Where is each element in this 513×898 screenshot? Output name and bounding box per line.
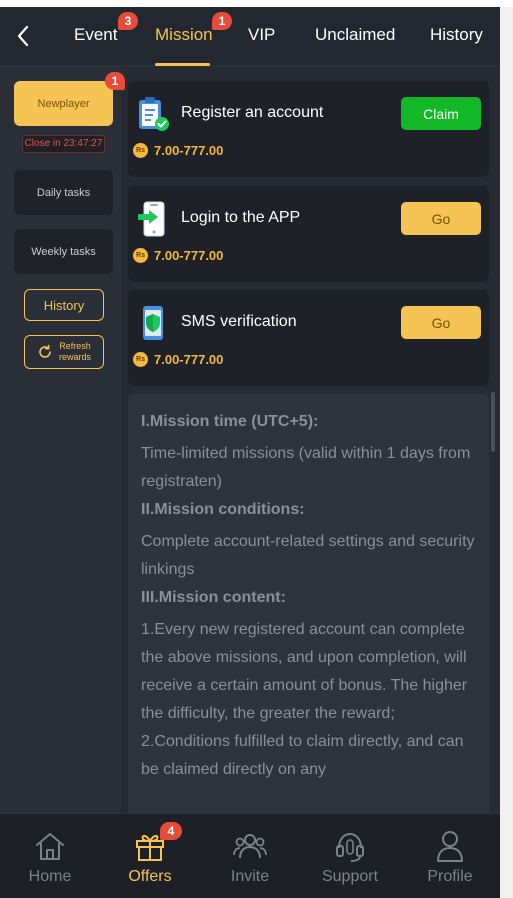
active-tab-indicator (155, 63, 210, 66)
nav-home[interactable]: Home (0, 814, 100, 898)
rupee-coin-icon: Rs (133, 248, 148, 263)
desc-text-content-1: 1.Every new registered account can compl… (141, 621, 468, 722)
home-icon (36, 833, 64, 860)
mission-reward: Rs 7.00-777.00 (133, 143, 223, 158)
go-button[interactable]: Go (401, 202, 481, 235)
tab-unclaimed[interactable]: Unclaimed (315, 25, 395, 45)
mission-reward: Rs 7.00-777.00 (133, 352, 223, 367)
refresh-label-line1: Refresh (59, 341, 91, 351)
refresh-rewards-label: Refresh rewards (59, 341, 91, 363)
refresh-rewards-button[interactable]: Refresh rewards (24, 335, 104, 369)
app-window: Event 3 Mission 1 VIP Unclaimed History … (0, 7, 500, 898)
nav-invite[interactable]: Invite (200, 814, 300, 898)
nav-support-label: Support (321, 868, 379, 885)
tab-mission-badge: 1 (212, 12, 232, 30)
nav-profile[interactable]: Profile (400, 814, 500, 898)
register-clipboard-icon (139, 97, 169, 131)
history-button[interactable]: History (24, 289, 104, 321)
tab-vip[interactable]: VIP (248, 25, 275, 45)
desc-heading-conditions: II.Mission conditions: (141, 501, 305, 518)
nav-offers-badge: 4 (160, 822, 182, 840)
category-daily-tasks[interactable]: Daily tasks (14, 170, 113, 215)
refresh-label-line2: rewards (58, 352, 91, 362)
desc-heading-time: I.Mission time (UTC+5): (141, 413, 319, 430)
newplayer-badge: 1 (105, 72, 125, 90)
users-icon (233, 834, 267, 859)
desc-heading-content: III.Mission content: (141, 589, 286, 606)
profile-icon (437, 831, 463, 862)
mission-title: Login to the APP (181, 209, 301, 226)
nav-support[interactable]: Support (300, 814, 400, 898)
nav-offers-label: Offers (128, 868, 172, 885)
description-scrollbar[interactable] (491, 392, 495, 452)
category-weekly-tasks[interactable]: Weekly tasks (14, 229, 113, 274)
back-button[interactable] (10, 22, 36, 50)
category-sidebar: Newplayer 1 Close in 23:47:27 Daily task… (0, 67, 125, 817)
nav-invite-label: Invite (230, 868, 270, 885)
mission-reward: Rs 7.00-777.00 (133, 248, 223, 263)
go-button[interactable]: Go (401, 306, 481, 339)
nav-offers[interactable]: Offers (100, 814, 200, 898)
tab-mission[interactable]: Mission (155, 25, 213, 45)
category-newplayer[interactable]: Newplayer (14, 81, 113, 126)
mission-title: Register an account (181, 104, 324, 121)
newplayer-timer: Close in 23:47:27 (22, 135, 105, 153)
nav-profile-label: Profile (427, 868, 473, 885)
rupee-coin-icon: Rs (133, 143, 148, 158)
rupee-coin-icon: Rs (133, 352, 148, 367)
mission-title: SMS verification (181, 313, 297, 330)
page-scrollbar[interactable] (500, 7, 513, 898)
reward-amount: 7.00-777.00 (154, 143, 224, 158)
reward-amount: 7.00-777.00 (154, 248, 224, 263)
phone-login-icon (138, 201, 165, 237)
phone-shield-icon (143, 306, 163, 340)
bottom-nav-bar: Home Offers 4 Invite Support Profile (0, 813, 500, 898)
nav-home-label: Home (28, 868, 72, 885)
reward-amount: 7.00-777.00 (154, 352, 224, 367)
mission-card-register: Register an account Claim Rs 7.00-777.00 (128, 81, 489, 177)
chevron-left-icon (17, 25, 29, 47)
mission-card-sms: SMS verification Go Rs 7.00-777.00 (128, 290, 489, 386)
top-nav-bar: Event 3 Mission 1 VIP Unclaimed History (0, 7, 500, 66)
refresh-icon (39, 344, 51, 358)
tab-history[interactable]: History (430, 25, 483, 45)
tab-event[interactable]: Event (74, 25, 117, 45)
mission-description: I.Mission time (UTC+5): Time-limited mis… (128, 394, 489, 824)
desc-text-time: Time-limited missions (valid within 1 da… (141, 445, 471, 490)
headset-icon (336, 832, 364, 862)
desc-text-conditions: Complete account-related settings and se… (141, 533, 475, 578)
claim-button[interactable]: Claim (401, 97, 481, 130)
desc-text-content-2: 2.Conditions fulfilled to claim directly… (141, 733, 464, 778)
mission-card-login: Login to the APP Go Rs 7.00-777.00 (128, 186, 489, 282)
tab-event-badge: 3 (118, 12, 138, 30)
